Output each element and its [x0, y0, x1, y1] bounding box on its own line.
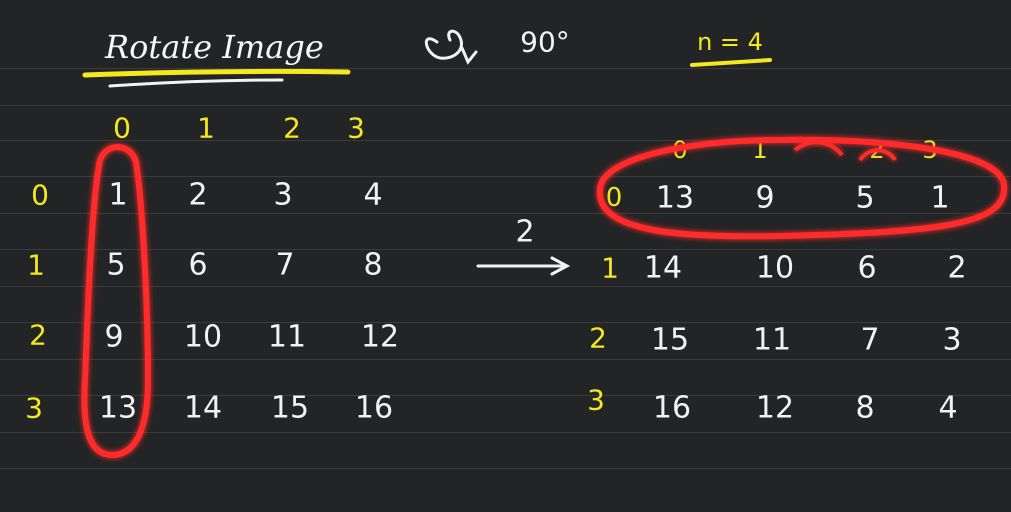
red-circle-row — [596, 136, 1008, 240]
title-underline — [82, 68, 351, 78]
ink-layer — [81, 29, 1008, 459]
rotate-icon — [425, 29, 463, 60]
title-underline-white — [108, 78, 284, 88]
n-underline — [690, 58, 772, 67]
rotate-arrow-icon — [460, 46, 478, 65]
red-circle-column — [81, 144, 152, 459]
whiteboard: Rotate Image 90° n = 4 2 0 1 2 3 0 1 2 3… — [0, 0, 1011, 512]
